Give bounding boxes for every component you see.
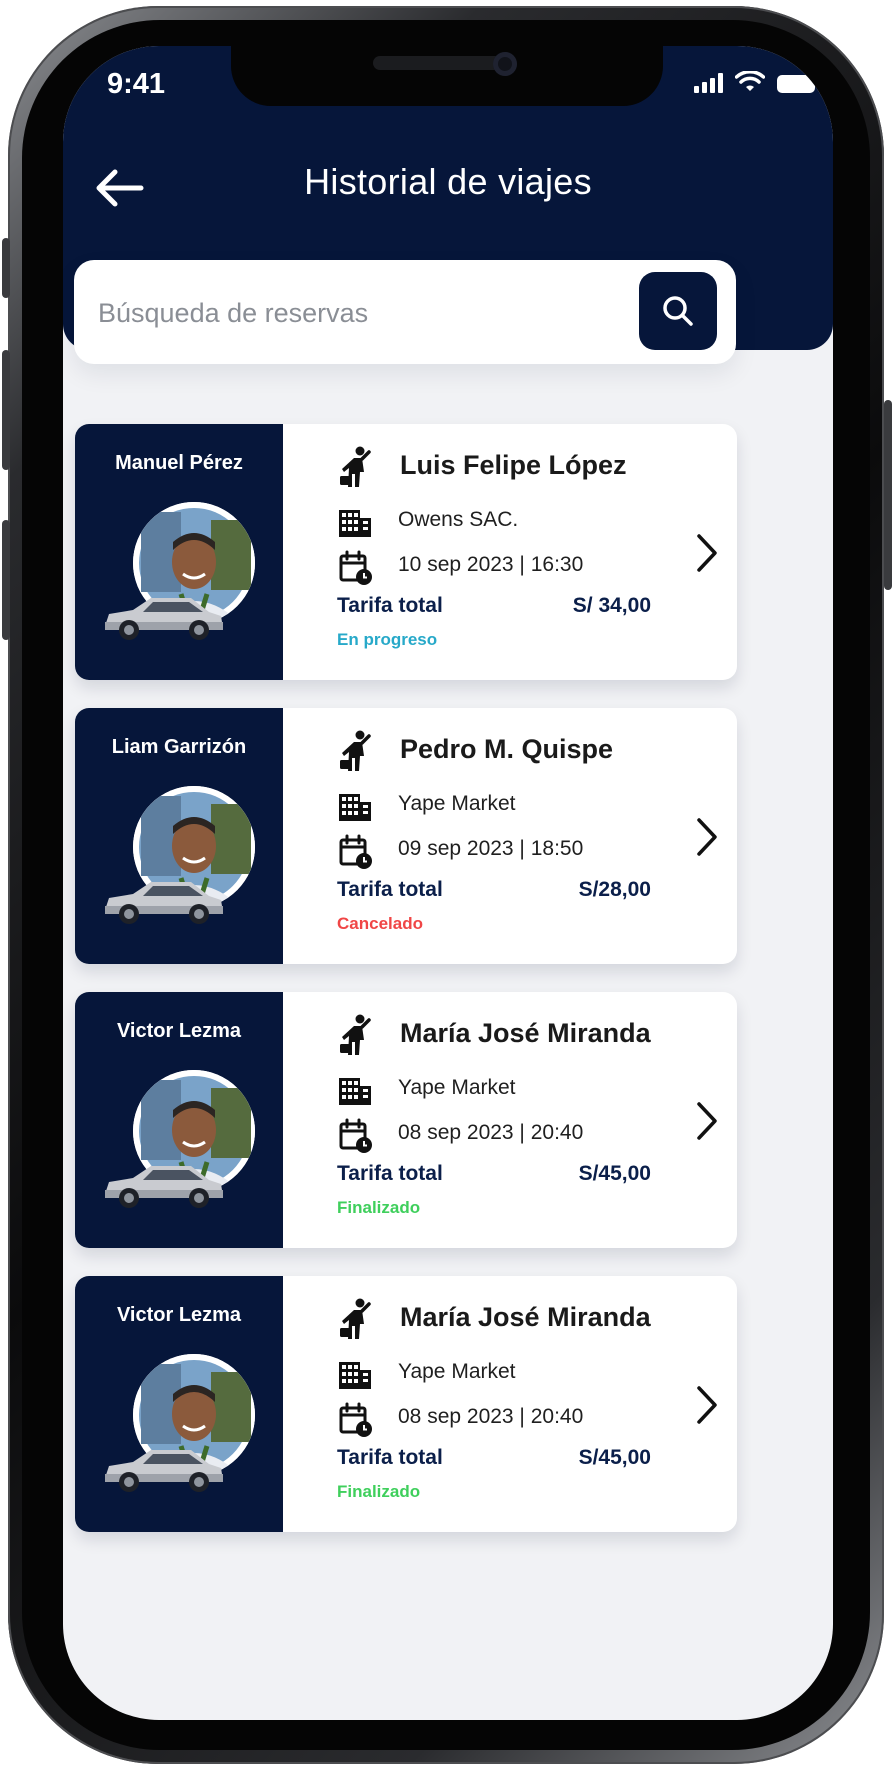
company-name: Yape Market: [398, 792, 516, 815]
driver-name: Victor Lezma: [116, 1304, 242, 1326]
car-image: [105, 1450, 223, 1492]
driver-name: Manuel Pérez: [115, 452, 243, 474]
calendar-clock-icon: [339, 1402, 372, 1437]
status-time: 9:41: [107, 68, 166, 100]
chevron-right-icon[interactable]: [693, 1100, 721, 1142]
driver-panel: Victor Lezma: [75, 1276, 283, 1532]
cellular-signal-icon: [694, 71, 723, 93]
front-camera: [493, 52, 517, 76]
trip-status: Finalizado: [337, 1482, 421, 1501]
passenger-name: Pedro M. Quispe: [400, 734, 614, 764]
trip-card[interactable]: Liam Garrizón Pedro M. Quispe Yape Marke…: [75, 708, 737, 964]
fare-value: S/28,00: [578, 878, 651, 901]
calendar-clock-icon: [339, 834, 372, 869]
page-title: Historial de viajes: [304, 161, 592, 202]
volume-up-button: [2, 350, 10, 470]
building-icon: [339, 510, 371, 537]
driver-name: Liam Garrizón: [111, 736, 247, 758]
fare-label: Tarifa total: [337, 1446, 443, 1469]
car-image: [105, 1166, 223, 1208]
search-input[interactable]: [96, 286, 600, 340]
building-icon: [339, 794, 371, 821]
car-image: [105, 598, 223, 640]
driver-panel: Liam Garrizón: [75, 708, 283, 964]
search-button[interactable]: [639, 272, 717, 350]
fare-label: Tarifa total: [337, 878, 443, 901]
trip-datetime: 09 sep 2023 | 18:50: [398, 837, 584, 860]
chevron-right-icon[interactable]: [693, 532, 721, 574]
fare-value: S/45,00: [578, 1162, 651, 1185]
volume-down-button: [2, 520, 10, 640]
trip-status: En progreso: [337, 630, 438, 649]
trip-card[interactable]: Victor Lezma María José Miranda Yape Mar…: [75, 992, 737, 1248]
driver-panel: Manuel Pérez: [75, 424, 283, 680]
passenger-name: Luis Felipe López: [400, 450, 627, 480]
building-icon: [339, 1362, 371, 1389]
company-name: Yape Market: [398, 1360, 516, 1383]
fare-value: S/ 34,00: [572, 594, 651, 617]
car-image: [105, 882, 223, 924]
chevron-right-icon[interactable]: [693, 1384, 721, 1426]
calendar-clock-icon: [339, 1118, 372, 1153]
company-name: Owens SAC.: [398, 508, 519, 531]
person-walking-icon: [340, 1014, 371, 1055]
fare-label: Tarifa total: [337, 594, 443, 617]
earpiece-speaker: [373, 56, 513, 70]
trip-datetime: 10 sep 2023 | 16:30: [398, 553, 584, 576]
passenger-name: María José Miranda: [400, 1018, 651, 1048]
trip-datetime: 08 sep 2023 | 20:40: [398, 1121, 584, 1144]
search-bar: [74, 260, 736, 364]
driver-name: Victor Lezma: [116, 1020, 242, 1042]
trip-status: Cancelado: [337, 914, 423, 933]
wifi-icon: [735, 71, 765, 91]
building-icon: [339, 1078, 371, 1105]
trip-list: Manuel Pérez Luis Felipe López Owens SAC…: [75, 424, 737, 1560]
fare-value: S/45,00: [578, 1446, 651, 1469]
company-name: Yape Market: [398, 1076, 516, 1099]
power-button: [884, 400, 892, 590]
trip-datetime: 08 sep 2023 | 20:40: [398, 1405, 584, 1428]
app-screen: 9:41 Historial de viajes Manuel Pérez: [63, 46, 833, 1720]
battery-icon: [777, 75, 815, 93]
fare-label: Tarifa total: [337, 1162, 443, 1185]
status-icons: [694, 71, 815, 93]
person-walking-icon: [340, 730, 371, 771]
notch: [231, 46, 663, 106]
trip-status: Finalizado: [337, 1198, 421, 1217]
calendar-clock-icon: [339, 550, 372, 585]
trip-card[interactable]: Victor Lezma María José Miranda Yape Mar…: [75, 1276, 737, 1532]
driver-panel: Victor Lezma: [75, 992, 283, 1248]
person-walking-icon: [340, 446, 371, 487]
passenger-name: María José Miranda: [400, 1302, 651, 1332]
trip-card[interactable]: Manuel Pérez Luis Felipe López Owens SAC…: [75, 424, 737, 680]
mute-switch: [2, 238, 10, 298]
search-icon: [663, 296, 693, 326]
person-walking-icon: [340, 1298, 371, 1339]
chevron-right-icon[interactable]: [693, 816, 721, 858]
